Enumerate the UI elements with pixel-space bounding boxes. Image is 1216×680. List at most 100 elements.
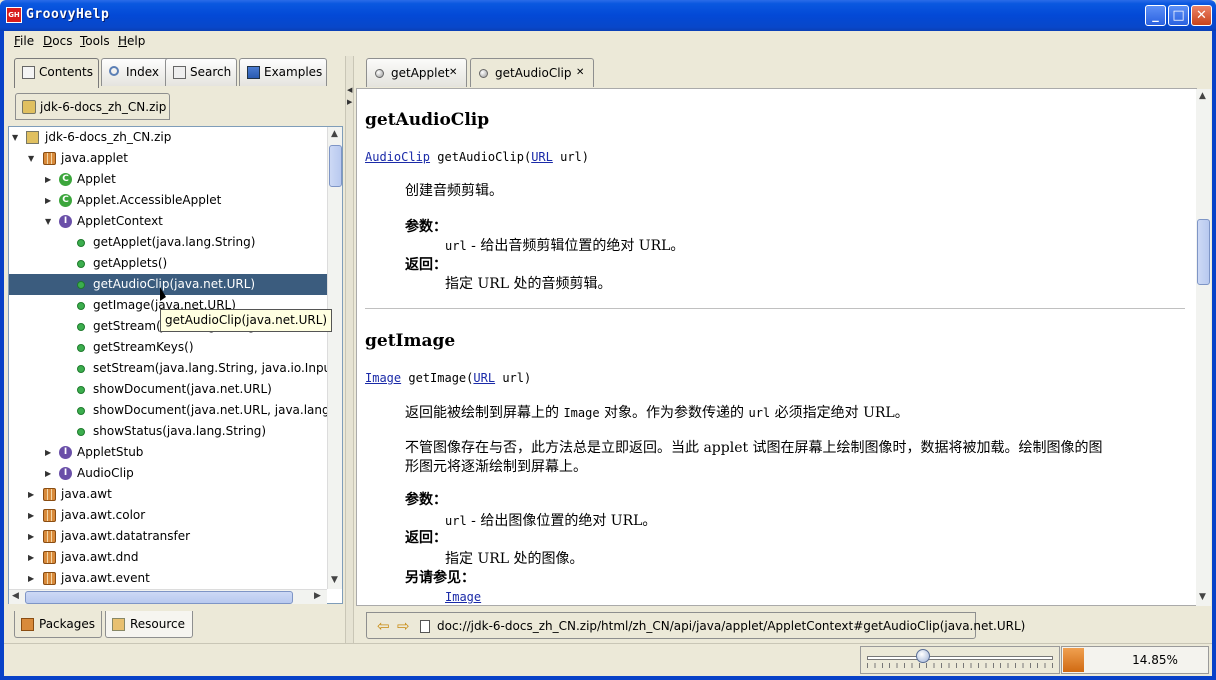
- tree-node-label: getApplets(): [93, 256, 168, 270]
- close-tab-icon[interactable]: ✕: [449, 59, 457, 87]
- collapse-arrow-icon[interactable]: ▶: [45, 190, 55, 211]
- collapse-arrow-icon[interactable]: ▶: [28, 484, 38, 505]
- tree-node-applet-stub[interactable]: ▶ I AppletStub: [9, 442, 327, 463]
- scroll-right-arrow-icon[interactable]: ▶: [314, 591, 321, 601]
- expand-arrow-icon[interactable]: ▼: [28, 148, 38, 169]
- method-icon: [77, 365, 85, 373]
- minimize-button[interactable]: _: [1145, 5, 1166, 26]
- tree-node-label: showDocument(java.net.URL): [93, 382, 272, 396]
- tree-node-method[interactable]: showDocument(java.net.URL): [9, 379, 327, 400]
- see-also-link[interactable]: Image: [445, 590, 481, 604]
- tree-node-package[interactable]: ▶ java.awt.dnd: [9, 547, 327, 568]
- tab-getaudioclip[interactable]: getAudioClip ✕: [470, 58, 594, 87]
- tree-node-method[interactable]: showDocument(java.net.URL, java.lang.Str…: [9, 400, 327, 421]
- tree-node-applet[interactable]: ▶ C Applet: [9, 169, 327, 190]
- tab-resource[interactable]: Resource: [105, 611, 193, 638]
- menu-tools[interactable]: Tools: [80, 34, 110, 48]
- tree-node-label: showStatus(java.lang.String): [93, 424, 267, 438]
- package-icon: [43, 551, 56, 564]
- contents-tree[interactable]: ▼ jdk-6-docs_zh_CN.zip ▼ java.applet ▶ C…: [8, 126, 343, 604]
- method-icon: [77, 239, 85, 247]
- type-link[interactable]: Image: [365, 371, 401, 385]
- file-icon: [420, 620, 430, 633]
- menu-file[interactable]: File: [14, 34, 34, 48]
- collapse-arrow-icon[interactable]: ▶: [45, 463, 55, 484]
- tree-node-applet-context[interactable]: ▼ I AppletContext: [9, 211, 327, 232]
- tree-node-package[interactable]: ▶ java.awt.event: [9, 568, 327, 589]
- tree-node-root[interactable]: ▼ jdk-6-docs_zh_CN.zip: [9, 127, 327, 148]
- scroll-up-arrow-icon[interactable]: ▲: [1199, 91, 1206, 101]
- collapse-arrow-icon[interactable]: ▶: [45, 442, 55, 463]
- collapse-left-arrow-icon[interactable]: ◀: [347, 86, 352, 94]
- signature-param: url): [560, 150, 590, 164]
- document-url[interactable]: doc://jdk-6-docs_zh_CN.zip/html/zh_CN/ap…: [437, 613, 1025, 639]
- menu-docs[interactable]: Docs: [43, 34, 72, 48]
- tree-node-label: getAudioClip(java.net.URL): [93, 277, 256, 291]
- tree-node-label: Applet.AccessibleApplet: [77, 193, 222, 207]
- tab-search[interactable]: Search: [165, 58, 237, 86]
- slider-knob[interactable]: [916, 649, 930, 663]
- tab-getapplet[interactable]: getApplet ✕: [366, 58, 467, 87]
- tree-node-java-applet[interactable]: ▼ java.applet: [9, 148, 327, 169]
- collapse-arrow-icon[interactable]: ▶: [28, 526, 38, 547]
- close-tab-icon[interactable]: ✕: [576, 59, 584, 87]
- collapse-arrow-icon[interactable]: ▶: [28, 568, 38, 589]
- tree-node-package[interactable]: ▶ java.awt.color: [9, 505, 327, 526]
- title-bar[interactable]: GH GroovyHelp _ □ ✕: [0, 0, 1216, 31]
- param-type-link[interactable]: URL: [531, 150, 553, 164]
- tree-node-method[interactable]: getApplet(java.lang.String): [9, 232, 327, 253]
- tab-packages[interactable]: Packages: [14, 611, 102, 638]
- expand-arrow-icon[interactable]: ▼: [45, 211, 55, 232]
- panel-splitter[interactable]: ◀ ▶: [345, 56, 354, 644]
- scroll-up-arrow-icon[interactable]: ▲: [331, 129, 338, 139]
- document-view[interactable]: getAudioClip AudioClip getAudioClip(URL …: [356, 88, 1197, 606]
- slider-track[interactable]: [867, 656, 1053, 660]
- tree-node-method[interactable]: getApplets(): [9, 253, 327, 274]
- section-divider: [365, 308, 1185, 309]
- document-vertical-scrollbar[interactable]: ▲ ▼: [1196, 89, 1211, 606]
- collapse-arrow-icon[interactable]: ▶: [28, 547, 38, 568]
- tree-node-package[interactable]: ▶ java.awt: [9, 484, 327, 505]
- tree-horizontal-scrollbar[interactable]: ◀ ▶: [9, 589, 327, 604]
- tree-node-label: java.awt.event: [61, 571, 150, 585]
- collapse-arrow-icon[interactable]: ▶: [28, 505, 38, 526]
- type-link[interactable]: AudioClip: [365, 150, 430, 164]
- zip-tab[interactable]: jdk-6-docs_zh_CN.zip: [15, 93, 170, 120]
- window-title: GroovyHelp: [26, 7, 110, 22]
- tree-node-audio-clip[interactable]: ▶ I AudioClip: [9, 463, 327, 484]
- tree-node-method[interactable]: showStatus(java.lang.String): [9, 421, 327, 442]
- scrollbar-thumb[interactable]: [329, 145, 342, 187]
- scroll-down-arrow-icon[interactable]: ▼: [1199, 592, 1206, 602]
- tab-contents[interactable]: Contents: [14, 58, 99, 88]
- description-text: 返回能被绘制到屏幕上的: [405, 405, 564, 421]
- tree-node-accessible-applet[interactable]: ▶ C Applet.AccessibleApplet: [9, 190, 327, 211]
- param-type-link[interactable]: URL: [473, 371, 495, 385]
- tree-node-method[interactable]: setStream(java.lang.String, java.io.Inpu…: [9, 358, 327, 379]
- package-icon: [43, 509, 56, 522]
- back-arrow-icon[interactable]: ⇦: [377, 613, 390, 639]
- tree-node-package[interactable]: ▶ java.awt.datatransfer: [9, 526, 327, 547]
- collapse-arrow-icon[interactable]: ▶: [45, 169, 55, 190]
- expand-arrow-icon[interactable]: ▼: [12, 127, 22, 148]
- maximize-button[interactable]: □: [1168, 5, 1189, 26]
- method-icon: [77, 428, 85, 436]
- method-icon: [77, 344, 85, 352]
- document-icon: [479, 69, 488, 78]
- param-detail: url - 给出音频剪辑位置的绝对 URL。: [445, 235, 684, 255]
- tree-vertical-scrollbar[interactable]: ▲ ▼: [327, 127, 342, 589]
- menu-help[interactable]: Help: [118, 34, 145, 48]
- tab-examples[interactable]: Examples: [239, 58, 327, 86]
- tab-resource-label: Resource: [130, 617, 186, 631]
- method-description-line: 不管图像存在与否，此方法总是立即返回。当此 applet 试图在屏幕上绘制图像时…: [405, 440, 1103, 456]
- forward-arrow-icon[interactable]: ⇨: [397, 613, 410, 639]
- collapse-right-arrow-icon[interactable]: ▶: [347, 98, 352, 106]
- scroll-left-arrow-icon[interactable]: ◀: [12, 591, 19, 601]
- tree-node-method-selected[interactable]: getAudioClip(java.net.URL): [9, 274, 327, 295]
- scroll-down-arrow-icon[interactable]: ▼: [331, 575, 338, 585]
- scrollbar-thumb[interactable]: [25, 591, 293, 604]
- tree-node-label: java.awt: [61, 487, 112, 501]
- scrollbar-thumb[interactable]: [1197, 219, 1210, 285]
- close-button[interactable]: ✕: [1191, 5, 1212, 26]
- zoom-slider[interactable]: [860, 646, 1060, 674]
- tree-node-method[interactable]: getStreamKeys(): [9, 337, 327, 358]
